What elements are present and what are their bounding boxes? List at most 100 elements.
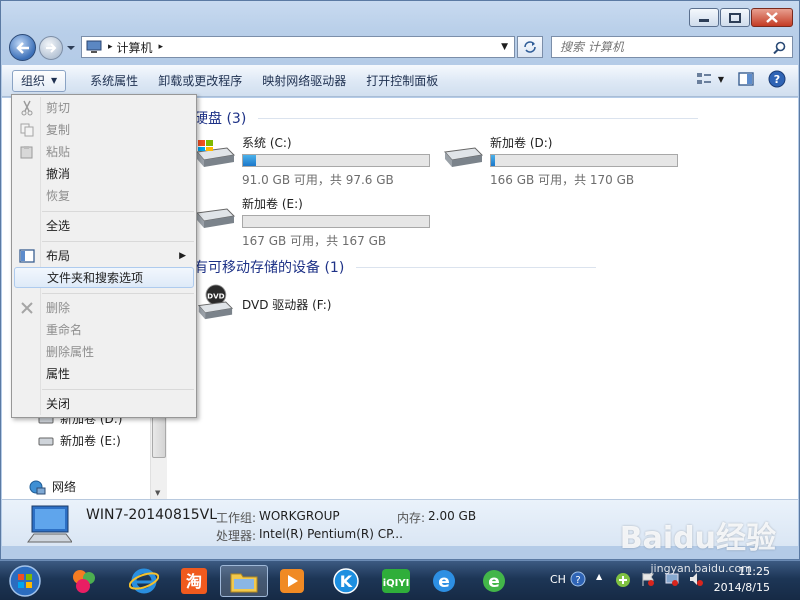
drive-name: 新加卷 (D:) <box>490 136 553 150</box>
organize-label: 组织 <box>21 74 46 88</box>
windows-logo-icon <box>9 565 41 597</box>
menu-separator <box>42 211 194 212</box>
recent-pages-dropdown-icon[interactable] <box>66 44 76 52</box>
dvd-drive-icon: DVD <box>197 284 234 320</box>
drive-usage-bar <box>242 215 430 228</box>
menu-item-folder-options[interactable]: 文件夹和搜索选项 <box>14 267 194 288</box>
refresh-icon <box>524 41 536 53</box>
search-box[interactable] <box>551 36 793 58</box>
computer-icon <box>86 40 102 53</box>
tray-expand-icon[interactable]: ▲ <box>596 572 602 581</box>
preview-pane-icon[interactable] <box>738 72 754 86</box>
view-dropdown-icon: ▼ <box>717 74 724 84</box>
help-icon[interactable]: ? <box>768 70 786 88</box>
forward-arrow-icon <box>46 42 57 53</box>
workgroup-label: 工作组: <box>216 511 257 525</box>
map-network-drive-button[interactable]: 映射网络驱动器 <box>252 70 356 92</box>
nav-item-label: 新加卷 (E:) <box>60 434 121 448</box>
caption-buttons <box>689 8 793 27</box>
app-colorful-icon <box>73 570 95 593</box>
menu-item-rename[interactable]: 重命名 <box>14 319 194 340</box>
address-dropdown-icon[interactable]: ▼ <box>501 42 508 52</box>
taobao-icon: 淘 <box>181 568 207 594</box>
menu-item-paste[interactable]: 粘贴 <box>14 141 194 162</box>
layout-icon <box>19 248 35 263</box>
drive-e[interactable]: 新加卷 (E:) 167 GB 可用，共 167 GB <box>194 195 430 249</box>
search-icon[interactable] <box>773 41 786 54</box>
computer-name: WIN7-20140815VL <box>86 507 218 523</box>
svg-text:?: ? <box>774 73 780 86</box>
folder-icon <box>230 573 258 593</box>
menu-item-close[interactable]: 关闭 <box>14 393 194 414</box>
help-tray-icon[interactable]: ? <box>570 571 586 587</box>
media-player-icon <box>280 569 304 593</box>
menu-item-select-all[interactable]: 全选 <box>14 215 194 236</box>
system-drive-icon <box>196 140 236 167</box>
minimize-icon <box>699 18 709 22</box>
drive-d[interactable]: 新加卷 (D:) 166 GB 可用，共 170 GB <box>442 134 678 188</box>
menu-item-remove-properties[interactable]: 删除属性 <box>14 341 194 362</box>
taskbar-taobao[interactable]: 淘 <box>176 565 212 597</box>
workgroup-value: WORKGROUP <box>259 509 340 523</box>
breadcrumb-computer[interactable]: 计算机 <box>117 39 153 56</box>
clock-date: 2014/8/15 <box>713 581 770 594</box>
nav-item-drive-e[interactable]: 新加卷 (E:) <box>38 432 121 449</box>
breadcrumb-arrow-icon[interactable]: ▸ <box>159 42 164 52</box>
taskbar-ie-browser[interactable]: e <box>426 565 462 597</box>
system-properties-button[interactable]: 系统属性 <box>80 70 148 92</box>
drive-icon <box>196 208 236 228</box>
delete-icon <box>21 301 33 314</box>
open-control-panel-button[interactable]: 打开控制面板 <box>356 70 448 92</box>
menu-item-undo[interactable]: 撤消 <box>14 163 194 184</box>
start-button[interactable] <box>6 565 44 597</box>
address-bar[interactable]: ▸ 计算机 ▸ ▼ <box>81 36 515 58</box>
chevron-down-icon: ▼ <box>51 76 58 85</box>
group-header-removable[interactable]: 有可移动存储的设备 (1) <box>194 257 800 277</box>
drive-name: DVD 驱动器 (F:) <box>242 298 332 312</box>
close-window-button[interactable] <box>751 8 793 27</box>
memory-label: 内存: <box>397 511 426 525</box>
drive-dvd[interactable]: DVD DVD 驱动器 (F:) <box>194 284 332 320</box>
drives-view: 硬盘 (3) 系统 (C:) 91.0 GB 可用，共 97.6 GB 新加卷 … <box>168 98 798 499</box>
taskbar-iqiyi[interactable]: iQIYI <box>378 565 414 597</box>
drive-name: 新加卷 (E:) <box>242 197 303 211</box>
scissors-icon <box>21 100 33 115</box>
iqiyi-icon: iQIYI <box>382 569 410 593</box>
tray-app-icon[interactable] <box>614 571 632 589</box>
taskbar-media-player[interactable] <box>274 565 310 597</box>
uninstall-programs-button[interactable]: 卸载或更改程序 <box>148 70 252 92</box>
menu-item-properties[interactable]: 属性 <box>14 363 194 384</box>
taskbar-app-colorful[interactable] <box>66 565 102 597</box>
group-header-hard-disks[interactable]: 硬盘 (3) <box>194 108 800 128</box>
menu-item-delete[interactable]: 删除 <box>14 297 194 318</box>
menu-separator <box>42 389 194 390</box>
browser-green-icon: e <box>483 570 505 592</box>
menu-item-cut[interactable]: 剪切 <box>14 97 194 118</box>
maximize-button[interactable] <box>720 8 750 27</box>
internet-explorer-icon <box>129 568 159 594</box>
organize-button[interactable]: 组织 ▼ <box>12 69 67 92</box>
kugou-icon: K <box>333 568 359 594</box>
taskbar-kugou[interactable]: K <box>328 565 364 597</box>
language-indicator[interactable]: CH <box>550 573 566 586</box>
breadcrumb-arrow-icon[interactable]: ▸ <box>108 42 113 52</box>
refresh-button[interactable] <box>517 36 543 58</box>
menu-item-redo[interactable]: 恢复 <box>14 185 194 206</box>
menu-item-layout[interactable]: 布局 ▶ <box>14 245 194 266</box>
search-input[interactable] <box>560 40 760 54</box>
network-icon <box>29 480 46 494</box>
forward-button[interactable] <box>39 35 63 60</box>
nav-item-network[interactable]: 网络 <box>28 478 76 495</box>
taskbar-internet-explorer[interactable] <box>126 565 162 597</box>
drive-free-space: 91.0 GB 可用，共 97.6 GB <box>242 173 394 187</box>
group-title: 有可移动存储的设备 (1) <box>194 260 345 276</box>
taskbar-360-browser[interactable]: e <box>476 565 512 597</box>
change-view-button[interactable]: ▼ <box>696 72 724 86</box>
scroll-down-icon[interactable]: ▼ <box>155 489 160 497</box>
menu-item-copy[interactable]: 复制 <box>14 119 194 140</box>
drive-c[interactable]: 系统 (C:) 91.0 GB 可用，共 97.6 GB <box>194 134 430 188</box>
back-button[interactable] <box>9 34 36 61</box>
processor-value: Intel(R) Pentium(R) CP... <box>259 527 403 541</box>
minimize-button[interactable] <box>689 8 719 27</box>
taskbar-explorer[interactable] <box>220 565 268 597</box>
